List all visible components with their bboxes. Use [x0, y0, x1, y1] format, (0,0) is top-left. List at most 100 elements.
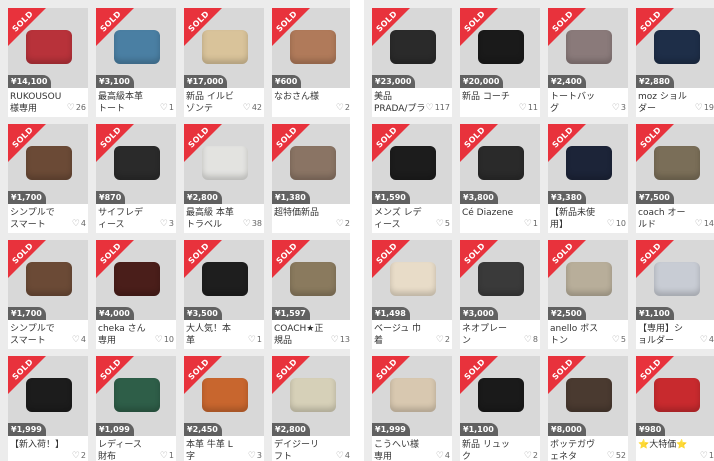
product-card[interactable]: SOLD ¥8,000 ボッテガヴェネタ ♡52	[548, 356, 628, 461]
likes-count[interactable]: ♡4	[700, 335, 714, 345]
product-title[interactable]: cheka さん専用	[98, 323, 150, 347]
product-photo[interactable]: SOLD ¥2,400	[548, 8, 628, 88]
likes-count[interactable]: ♡5	[612, 335, 626, 345]
product-photo[interactable]: SOLD ¥1,999	[372, 356, 452, 436]
product-title[interactable]: COACH★正規品	[274, 323, 326, 347]
product-title[interactable]: 最高級本革トート	[98, 91, 150, 115]
heart-icon[interactable]: ♡	[72, 335, 80, 345]
heart-icon[interactable]: ♡	[436, 219, 444, 229]
likes-count[interactable]: ♡52	[607, 451, 626, 461]
likes-count[interactable]: ♡3	[160, 219, 174, 229]
likes-count[interactable]: ♡4	[72, 219, 86, 229]
likes-count[interactable]: ♡1	[700, 451, 714, 461]
product-title[interactable]: 新品 イルビゾンテ	[186, 91, 238, 115]
likes-count[interactable]: ♡5	[436, 219, 450, 229]
likes-count[interactable]: ♡1	[160, 451, 174, 461]
product-title[interactable]: RUKOUSOU様専用	[10, 91, 62, 115]
product-title[interactable]: なおさん様	[274, 91, 326, 115]
product-card[interactable]: SOLD ¥2,400 トートバッグ ♡3	[548, 8, 628, 117]
product-photo[interactable]: SOLD ¥1,100	[460, 356, 540, 436]
heart-icon[interactable]: ♡	[336, 103, 344, 113]
product-photo[interactable]: SOLD ¥2,450	[184, 356, 264, 436]
heart-icon[interactable]: ♡	[243, 219, 251, 229]
likes-count[interactable]: ♡2	[72, 451, 86, 461]
likes-count[interactable]: ♡4	[336, 451, 350, 461]
heart-icon[interactable]: ♡	[436, 451, 444, 461]
heart-icon[interactable]: ♡	[436, 335, 444, 345]
likes-count[interactable]: ♡1	[524, 219, 538, 229]
product-photo[interactable]: SOLD ¥1,999	[8, 356, 88, 436]
product-title[interactable]: トートバッグ	[550, 91, 602, 115]
product-card[interactable]: SOLD ¥3,500 大人気！本革 ♡1	[184, 240, 264, 349]
product-card[interactable]: SOLD ¥1,100 【専用】ショルダー ♡4	[636, 240, 714, 349]
product-card[interactable]: SOLD ¥3,100 最高級本革トート ♡1	[96, 8, 176, 117]
product-photo[interactable]: SOLD ¥1,590	[372, 124, 452, 204]
heart-icon[interactable]: ♡	[160, 219, 168, 229]
likes-count[interactable]: ♡13	[331, 335, 350, 345]
product-card[interactable]: SOLD ¥1,999 【新入荷！】 ♡2	[8, 356, 88, 461]
product-title[interactable]: ネオプレーン	[462, 323, 514, 347]
heart-icon[interactable]: ♡	[72, 219, 80, 229]
heart-icon[interactable]: ♡	[155, 335, 163, 345]
product-card[interactable]: SOLD ¥870 サイフレディース ♡3	[96, 124, 176, 233]
heart-icon[interactable]: ♡	[524, 335, 532, 345]
heart-icon[interactable]: ♡	[519, 103, 527, 113]
product-photo[interactable]: SOLD ¥4,000	[96, 240, 176, 320]
product-title[interactable]: 【専用】ショルダー	[638, 323, 690, 347]
product-title[interactable]: メンズ レディース	[374, 207, 426, 231]
likes-count[interactable]: ♡3	[248, 451, 262, 461]
product-card[interactable]: SOLD ¥20,000 新品 コーチ ♡11	[460, 8, 540, 117]
product-title[interactable]: ⭐大特価⭐	[638, 439, 690, 461]
product-title[interactable]: 大人気！本革	[186, 323, 238, 347]
product-card[interactable]: SOLD ¥2,800 デイジーリフト ♡4	[272, 356, 350, 461]
product-photo[interactable]: SOLD ¥1,498	[372, 240, 452, 320]
product-card[interactable]: SOLD¥23,000 美品 PRADA/プラダ♡117	[372, 8, 452, 117]
product-card[interactable]: SOLD ¥7,500 coach オールド ♡14	[636, 124, 714, 233]
likes-count[interactable]: ♡3	[612, 103, 626, 113]
product-card[interactable]: SOLD ¥1,380 超特価新品 ♡2	[272, 124, 350, 233]
likes-count[interactable]: ♡2	[436, 335, 450, 345]
product-title[interactable]: レディース財布	[98, 439, 150, 461]
likes-count[interactable]: ♡1	[160, 103, 174, 113]
product-card[interactable]: SOLD ¥14,100 RUKOUSOU様専用 ♡26	[8, 8, 88, 117]
product-card[interactable]: SOLD ¥600 なおさん様 ♡2	[272, 8, 350, 117]
likes-count[interactable]: ♡19	[695, 103, 714, 113]
heart-icon[interactable]: ♡	[695, 103, 703, 113]
product-photo[interactable]: SOLD ¥7,500	[636, 124, 714, 204]
product-card[interactable]: SOLD ¥17,000 新品 イルビゾンテ ♡42	[184, 8, 264, 117]
product-title[interactable]: 美品 PRADA/プラダ	[374, 91, 426, 115]
product-title[interactable]: デイジーリフト	[274, 439, 326, 461]
product-title[interactable]: 新品 コーチ	[462, 91, 514, 115]
product-card[interactable]: SOLD ¥1,590 メンズ レディース ♡5	[372, 124, 452, 233]
likes-count[interactable]: ♡38	[243, 219, 262, 229]
product-photo[interactable]: SOLD ¥2,800	[272, 356, 350, 436]
product-title[interactable]: anello ボストン	[550, 323, 602, 347]
product-card[interactable]: SOLD ¥1,498 ベージュ 巾着 ♡2	[372, 240, 452, 349]
heart-icon[interactable]: ♡	[607, 219, 615, 229]
heart-icon[interactable]: ♡	[331, 335, 339, 345]
product-photo[interactable]: SOLD ¥2,880	[636, 8, 714, 88]
likes-count[interactable]: ♡2	[524, 451, 538, 461]
likes-count[interactable]: ♡8	[524, 335, 538, 345]
product-card[interactable]: SOLD ¥2,500 anello ボストン ♡5	[548, 240, 628, 349]
product-photo[interactable]: SOLD ¥17,000	[184, 8, 264, 88]
product-card[interactable]: SOLD ¥3,000 ネオプレーン ♡8	[460, 240, 540, 349]
product-card[interactable]: SOLD ¥3,380 【新品未使用】 ♡10	[548, 124, 628, 233]
heart-icon[interactable]: ♡	[700, 335, 708, 345]
product-card[interactable]: SOLD ¥980 ⭐大特価⭐ ♡1	[636, 356, 714, 461]
product-title[interactable]: サイフレディース	[98, 207, 150, 231]
product-title[interactable]: ベージュ 巾着	[374, 323, 426, 347]
heart-icon[interactable]: ♡	[160, 103, 168, 113]
heart-icon[interactable]: ♡	[607, 451, 615, 461]
product-photo[interactable]: SOLD ¥1,380	[272, 124, 350, 204]
product-photo[interactable]: SOLD ¥3,500	[184, 240, 264, 320]
product-photo[interactable]: SOLD ¥1,100	[636, 240, 714, 320]
product-card[interactable]: SOLD ¥1,999 こうへい様専用 ♡4	[372, 356, 452, 461]
product-card[interactable]: SOLD ¥1,100 新品 リュック ♡2	[460, 356, 540, 461]
heart-icon[interactable]: ♡	[695, 219, 703, 229]
product-card[interactable]: SOLD ¥1,700 シンプルでスマート ♡4	[8, 240, 88, 349]
product-title[interactable]: 新品 リュック	[462, 439, 514, 461]
likes-count[interactable]: ♡14	[695, 219, 714, 229]
product-photo[interactable]: SOLD ¥3,380	[548, 124, 628, 204]
product-card[interactable]: SOLD ¥1,099 レディース財布 ♡1	[96, 356, 176, 461]
